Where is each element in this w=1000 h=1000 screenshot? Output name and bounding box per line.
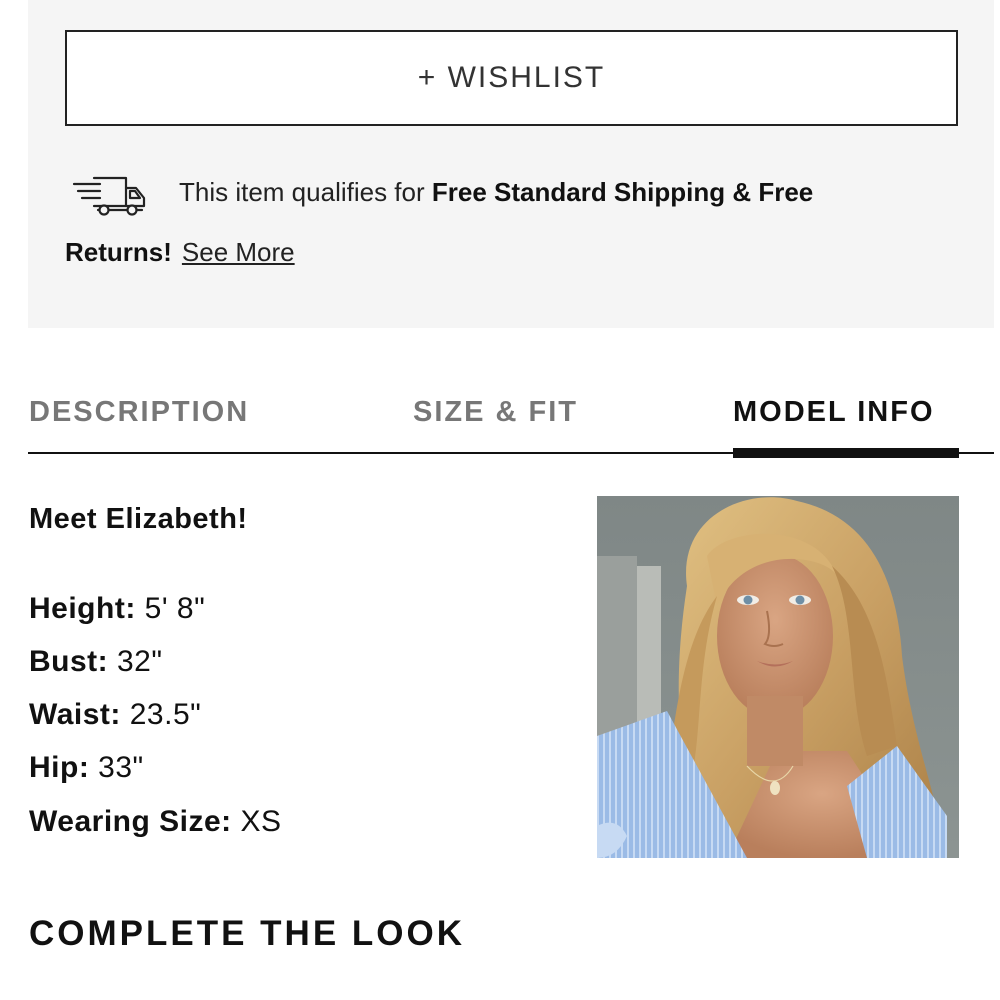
stat-value: 23.5" [129, 698, 202, 731]
model-stat-wearing-size: Wearing Size: XS [29, 805, 282, 839]
see-more-link[interactable]: See More [182, 237, 295, 267]
model-photo [597, 496, 959, 858]
stat-label: Wearing Size: [29, 805, 232, 838]
stat-label: Waist: [29, 698, 121, 731]
stat-label: Bust: [29, 645, 109, 678]
add-to-wishlist-button[interactable]: + WISHLIST [65, 30, 958, 126]
shipping-message-line-1: This item qualifies for Free Standard Sh… [179, 177, 813, 208]
complete-the-look-heading: COMPLETE THE LOOK [29, 914, 465, 953]
model-stat-waist: Waist: 23.5" [29, 698, 201, 732]
returns-text: Returns! [65, 237, 172, 267]
wishlist-button-label: + WISHLIST [417, 61, 606, 94]
model-stat-hip: Hip: 33" [29, 751, 144, 785]
shipping-message-prefix: This item qualifies for [179, 177, 432, 207]
tab-description[interactable]: DESCRIPTION [29, 396, 249, 429]
delivery-truck-icon [72, 176, 146, 216]
stat-label: Hip: [29, 751, 90, 784]
tab-model-info[interactable]: MODEL INFO [733, 396, 935, 429]
tab-size-and-fit[interactable]: SIZE & FIT [413, 396, 578, 429]
stat-value: 32" [117, 645, 163, 678]
model-stat-bust: Bust: 32" [29, 645, 163, 679]
stat-value: 33" [98, 751, 144, 784]
stat-value: 5' 8" [144, 592, 206, 625]
shipping-offer-text: Free Standard Shipping & Free [431, 177, 814, 207]
model-stat-height: Height: 5' 8" [29, 592, 205, 626]
shipping-message-line-2: Returns! See More [65, 237, 295, 268]
stat-value: XS [240, 805, 282, 838]
active-tab-indicator [733, 448, 959, 458]
stat-label: Height: [29, 592, 136, 625]
model-greeting: Meet Elizabeth! [29, 503, 248, 535]
